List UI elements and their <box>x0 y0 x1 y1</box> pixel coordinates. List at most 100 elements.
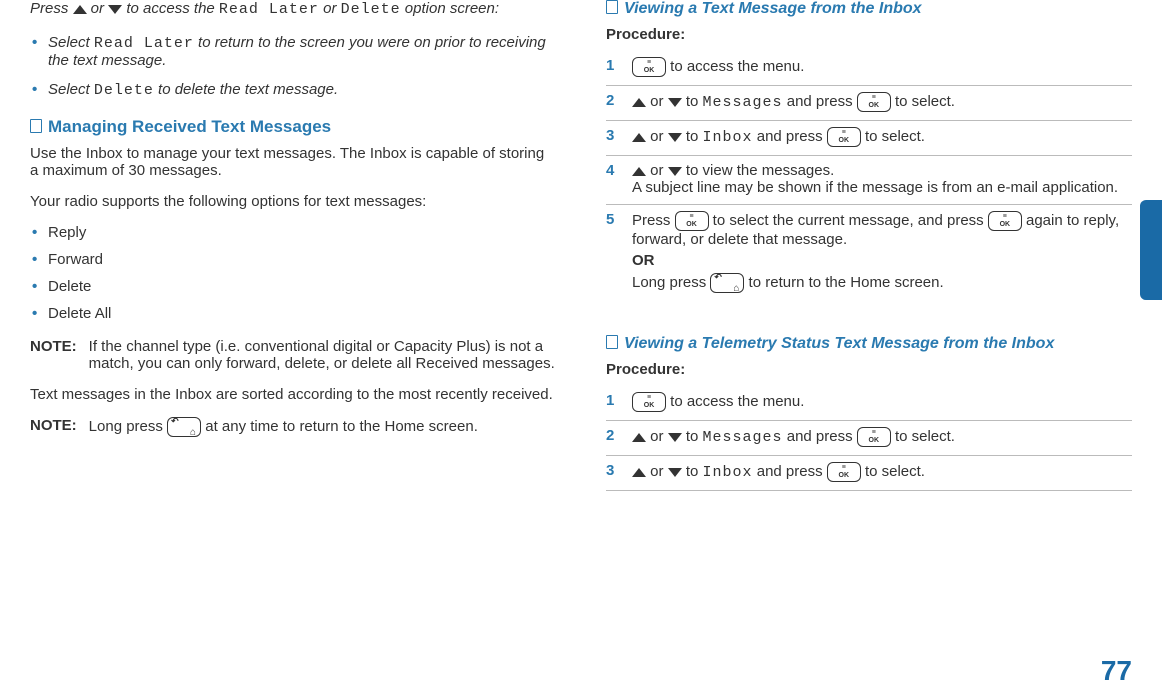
step-body: or to Messages and press to select. <box>632 92 1132 112</box>
step-text: to select. <box>891 93 955 110</box>
left-column: Press or to access the Read Later or Del… <box>30 0 556 491</box>
step-row: 3 or to Inbox and press to select. <box>606 121 1132 156</box>
step-subtext: A subject line may be shown if the messa… <box>632 179 1132 196</box>
note-label: NOTE: <box>30 417 77 437</box>
step-text: to <box>682 428 703 445</box>
step-text: or <box>646 128 668 145</box>
language-tab <box>1140 200 1162 300</box>
delete-option: Delete <box>94 82 154 99</box>
section-title-text: Viewing a Telemetry Status Text Message … <box>624 335 1054 352</box>
list-item: Delete <box>30 278 556 295</box>
note-label: NOTE: <box>30 338 77 372</box>
ok-key-icon <box>857 92 891 112</box>
intro-text: or <box>319 0 341 17</box>
step-text: to select the current message, and press <box>709 212 988 229</box>
step-body: or to Inbox and press to select. <box>632 462 1132 482</box>
up-arrow-icon <box>73 5 87 14</box>
step-body: to access the menu. <box>632 57 1132 77</box>
step-body: or to Inbox and press to select. <box>632 127 1132 147</box>
step-alt: Long press to return to the Home screen. <box>632 273 1132 293</box>
step-text: and press <box>783 93 857 110</box>
step-text: and press <box>753 463 827 480</box>
option-bullet-list: Select Read Later to return to the scree… <box>30 34 556 99</box>
section-title-text: Managing Received Text Messages <box>48 117 331 136</box>
note-block: NOTE: Long press at any time to return t… <box>30 417 556 437</box>
step-text: to view the messages. <box>682 162 835 179</box>
step-text: to <box>682 463 703 480</box>
list-item: Reply <box>30 224 556 241</box>
telemetry-section-heading: Viewing a Telemetry Status Text Message … <box>606 335 1132 353</box>
step-text: to access the menu. <box>666 393 804 410</box>
step-text: to select. <box>861 463 925 480</box>
step-number: 3 <box>606 462 618 479</box>
step-number: 2 <box>606 92 618 109</box>
step-text: or <box>646 463 668 480</box>
ok-key-icon <box>675 211 709 231</box>
note-block: NOTE: If the channel type (i.e. conventi… <box>30 338 556 372</box>
step-body: or to view the messages. A subject line … <box>632 162 1132 196</box>
step-number: 3 <box>606 127 618 144</box>
options-list: Reply Forward Delete Delete All <box>30 224 556 322</box>
up-arrow-icon <box>632 98 646 107</box>
messages-menu: Messages <box>703 94 783 111</box>
read-later-option: Read Later <box>94 35 194 52</box>
intro-text: Press <box>30 0 73 17</box>
ok-key-icon <box>827 127 861 147</box>
bullet-text: to delete the text message. <box>154 81 338 98</box>
step-text: or <box>646 428 668 445</box>
messages-menu: Messages <box>703 429 783 446</box>
step-row: 1 to access the menu. <box>606 51 1132 86</box>
procedure-label: Procedure: <box>606 26 1132 43</box>
note-text-part: Long press <box>89 418 167 435</box>
step-text: Press <box>632 212 675 229</box>
down-arrow-icon <box>668 133 682 142</box>
ok-key-icon <box>632 392 666 412</box>
list-item: Select Read Later to return to the scree… <box>30 34 556 69</box>
step-text: to select. <box>891 428 955 445</box>
ok-key-icon <box>827 462 861 482</box>
step-row: 3 or to Inbox and press to select. <box>606 456 1132 491</box>
step-number: 5 <box>606 211 618 228</box>
step-text: or <box>646 93 668 110</box>
managing-section-heading: Managing Received Text Messages <box>30 117 556 137</box>
inbox-capacity-text: Use the Inbox to manage your text messag… <box>30 145 556 179</box>
step-row: 5 Press to select the current message, a… <box>606 205 1132 301</box>
step-number: 4 <box>606 162 618 179</box>
list-item: Forward <box>30 251 556 268</box>
home-key-icon <box>710 273 744 293</box>
step-row: 2 or to Messages and press to select. <box>606 421 1132 456</box>
note-text: Long press at any time to return to the … <box>89 417 478 437</box>
sort-info-text: Text messages in the Inbox are sorted ac… <box>30 386 556 403</box>
step-number: 1 <box>606 392 618 409</box>
step-text: to <box>682 128 703 145</box>
step-text: to return to the Home screen. <box>744 274 943 291</box>
list-item: Select Delete to delete the text message… <box>30 81 556 99</box>
step-body: Press to select the current message, and… <box>632 211 1132 293</box>
or-label: OR <box>632 252 1132 269</box>
up-arrow-icon <box>632 468 646 477</box>
step-text: to select. <box>861 128 925 145</box>
step-number: 1 <box>606 57 618 74</box>
procedure-label: Procedure: <box>606 361 1132 378</box>
step-number: 2 <box>606 427 618 444</box>
home-key-icon <box>167 417 201 437</box>
options-intro-text: Your radio supports the following option… <box>30 193 556 210</box>
page-icon <box>30 119 42 133</box>
down-arrow-icon <box>668 167 682 176</box>
step-text: or <box>646 162 668 179</box>
delete-option: Delete <box>341 1 401 18</box>
intro-text: or <box>87 0 109 17</box>
intro-text: to access the <box>122 0 219 17</box>
step-row: 4 or to view the messages. A subject lin… <box>606 156 1132 205</box>
step-text: and press <box>753 128 827 145</box>
step-text: Long press <box>632 274 710 291</box>
down-arrow-icon <box>668 98 682 107</box>
step-text: to <box>682 93 703 110</box>
up-arrow-icon <box>632 133 646 142</box>
ok-key-icon <box>988 211 1022 231</box>
intro-text: option screen: <box>401 0 499 17</box>
ok-key-icon <box>857 427 891 447</box>
step-text: and press <box>783 428 857 445</box>
up-arrow-icon <box>632 167 646 176</box>
down-arrow-icon <box>668 468 682 477</box>
